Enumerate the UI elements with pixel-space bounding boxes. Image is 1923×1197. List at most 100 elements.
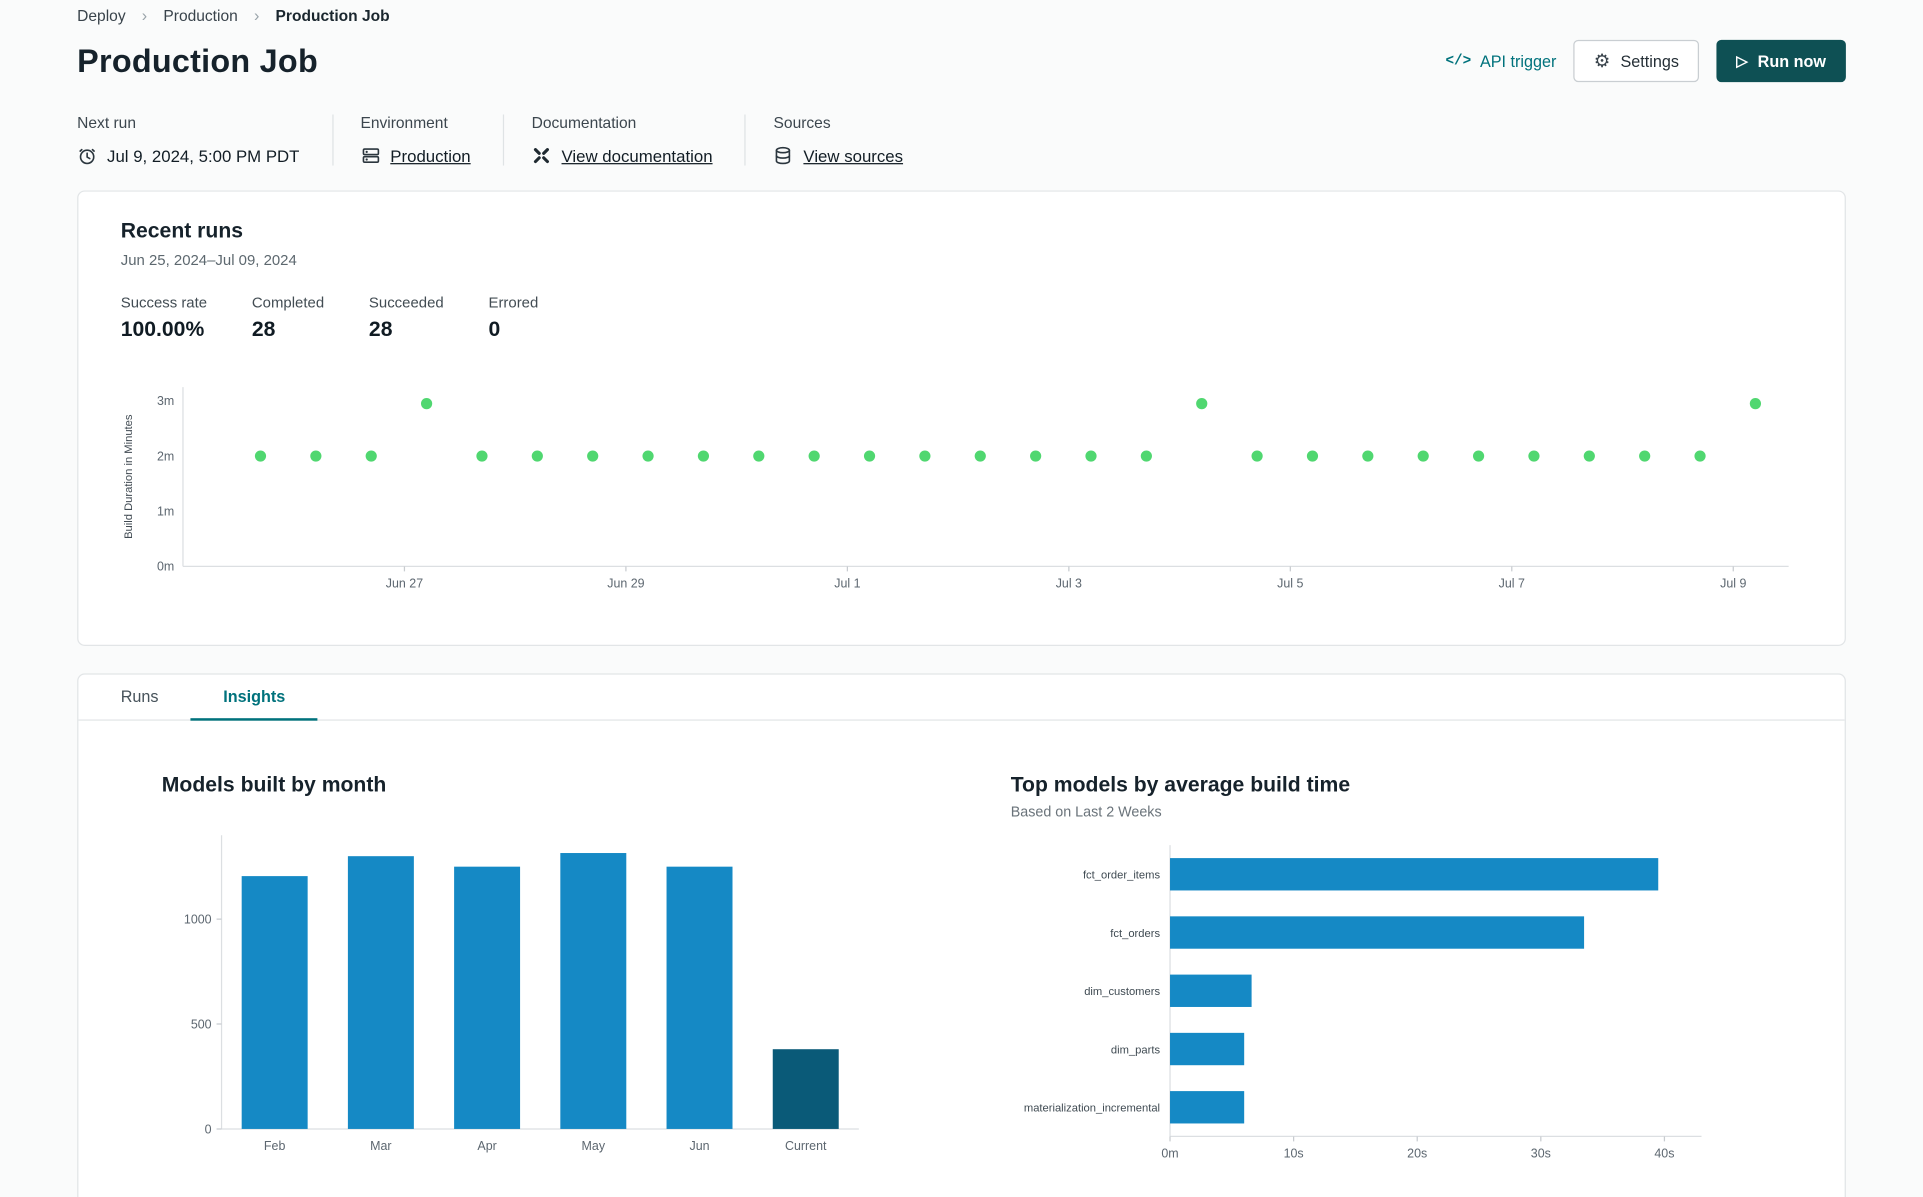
scatter-point xyxy=(974,450,986,462)
scatter-point xyxy=(1030,450,1042,462)
svg-text:dim_parts: dim_parts xyxy=(1111,1044,1161,1056)
breadcrumb-separator: › xyxy=(141,6,148,25)
svg-text:Current: Current xyxy=(785,1139,827,1153)
scatter-point xyxy=(1583,450,1595,462)
meta-documentation: Documentation View documentation xyxy=(503,114,745,166)
stat-succeeded: Succeeded 28 xyxy=(369,294,444,343)
scatter-point xyxy=(365,450,377,462)
scatter-point xyxy=(1749,398,1762,410)
scatter-point xyxy=(420,398,433,410)
run-now-label: Run now xyxy=(1757,51,1826,71)
svg-text:Build Duration in Minutes: Build Duration in Minutes xyxy=(123,414,135,539)
bar-Apr xyxy=(454,866,521,1129)
meta-label: Documentation xyxy=(531,114,637,132)
top-models-title: Top models by average build time xyxy=(1010,772,1351,797)
svg-text:Apr: Apr xyxy=(477,1139,496,1153)
bar-Current xyxy=(772,1049,839,1129)
svg-text:Feb: Feb xyxy=(264,1139,286,1153)
breadcrumb-item-deploy[interactable]: Deploy xyxy=(77,7,125,24)
scatter-point xyxy=(1362,450,1374,462)
run-now-button[interactable]: ▷ Run now xyxy=(1716,39,1846,83)
recent-runs-stats: Success rate 100.00% Completed 28 Succee… xyxy=(121,294,1803,343)
breadcrumb-item-current: Production Job xyxy=(275,6,390,25)
tab-insights[interactable]: Insights xyxy=(190,675,318,721)
scatter-point xyxy=(587,450,599,462)
meta-next-run: Next run Jul 9, 2024, 5:00 PM PDT xyxy=(77,115,332,166)
stat-label: Completed xyxy=(251,293,325,312)
recent-runs-title: Recent runs xyxy=(120,219,244,243)
documentation-link[interactable]: View documentation xyxy=(562,146,713,165)
svg-text:Jul 7: Jul 7 xyxy=(1499,576,1525,590)
environment-link[interactable]: Production xyxy=(390,146,470,165)
stat-value: 28 xyxy=(251,317,276,342)
hbar-materialization_incremental xyxy=(1170,1091,1245,1124)
breadcrumb-item-production[interactable]: Production xyxy=(163,7,237,24)
models-by-month-chart: 0 500 1000 Feb Mar Apr May Jun Current xyxy=(184,835,859,1153)
svg-text:Jul 9: Jul 9 xyxy=(1720,576,1746,590)
stat-label: Succeeded xyxy=(368,293,444,312)
svg-text:0: 0 xyxy=(205,1122,212,1136)
scatter-point xyxy=(1251,450,1263,462)
stat-label: Errored xyxy=(488,293,539,312)
tab-runs[interactable]: Runs xyxy=(88,675,191,720)
models-by-month-title: Models built by month xyxy=(161,772,387,797)
svg-text:Jun 29: Jun 29 xyxy=(607,576,644,590)
svg-text:30s: 30s xyxy=(1531,1147,1551,1161)
recent-runs-date-range: Jun 25, 2024–Jul 09, 2024 xyxy=(120,251,297,269)
runs-insights-card: Runs Insights Models built by month 0 500… xyxy=(77,673,1846,1197)
scatter-point xyxy=(863,450,876,462)
bar-Mar xyxy=(347,856,414,1129)
play-icon: ▷ xyxy=(1736,52,1748,70)
scatter-point xyxy=(310,450,322,462)
settings-button[interactable]: ⚙ Settings xyxy=(1573,39,1699,83)
insights-charts: Models built by month 0 500 1000 Feb Mar Apr M… xyxy=(78,721,1844,1188)
stat-completed: Completed 28 xyxy=(252,294,324,343)
tab-bar: Runs Insights xyxy=(78,675,1845,721)
sources-link[interactable]: View sources xyxy=(803,146,903,165)
scatter-point xyxy=(1085,450,1097,462)
bar-Jun xyxy=(666,866,733,1129)
api-trigger-link[interactable]: </> API trigger xyxy=(1445,52,1556,71)
svg-text:20s: 20s xyxy=(1407,1147,1427,1161)
svg-text:Jun: Jun xyxy=(689,1139,709,1153)
page-header: Production Job </> API trigger ⚙ Setting… xyxy=(77,39,1846,83)
svg-text:40s: 40s xyxy=(1654,1147,1674,1161)
hbar-fct_order_items xyxy=(1170,858,1659,891)
scatter-point xyxy=(1196,398,1208,410)
stat-value: 100.00% xyxy=(120,317,205,342)
stat-success-rate: Success rate 100.00% xyxy=(121,294,207,343)
job-meta-row: Next run Jul 9, 2024, 5:00 PM PDT Enviro… xyxy=(77,114,1846,166)
meta-label: Next run xyxy=(77,114,136,132)
svg-text:0m: 0m xyxy=(1161,1147,1178,1161)
scatter-point xyxy=(919,450,931,462)
scatter-point xyxy=(697,450,710,462)
scatter-point xyxy=(808,450,820,462)
next-run-value: Jul 9, 2024, 5:00 PM PDT xyxy=(107,146,300,165)
breadcrumb: Deploy › Production › Production Job xyxy=(77,0,1846,25)
settings-label: Settings xyxy=(1620,51,1679,71)
scatter-point xyxy=(1528,450,1540,462)
scatter-point xyxy=(1140,450,1152,462)
svg-text:dim_customers: dim_customers xyxy=(1084,986,1160,998)
svg-text:fct_orders: fct_orders xyxy=(1110,928,1160,940)
svg-text:May: May xyxy=(582,1139,606,1153)
clock-icon xyxy=(77,146,97,166)
stat-value: 28 xyxy=(368,317,393,342)
hbar-fct_orders xyxy=(1170,916,1585,949)
svg-text:500: 500 xyxy=(191,1017,212,1031)
svg-text:Mar: Mar xyxy=(370,1139,391,1153)
stat-label: Success rate xyxy=(120,293,208,312)
svg-text:10s: 10s xyxy=(1284,1147,1304,1161)
svg-text:Jul 3: Jul 3 xyxy=(1056,576,1082,590)
code-icon: </> xyxy=(1445,52,1472,70)
bar-Feb xyxy=(241,876,308,1129)
hbar-dim_customers xyxy=(1170,974,1252,1007)
scatter-point xyxy=(642,450,654,462)
scatter-point xyxy=(1694,450,1706,462)
scatter-point xyxy=(1306,450,1319,462)
header-actions: </> API trigger ⚙ Settings ▷ Run now xyxy=(1445,39,1846,83)
svg-text:1m: 1m xyxy=(157,505,174,519)
meta-environment: Environment Production xyxy=(331,114,503,166)
svg-text:0m: 0m xyxy=(157,560,174,574)
meta-sources: Sources View sources xyxy=(744,114,935,166)
